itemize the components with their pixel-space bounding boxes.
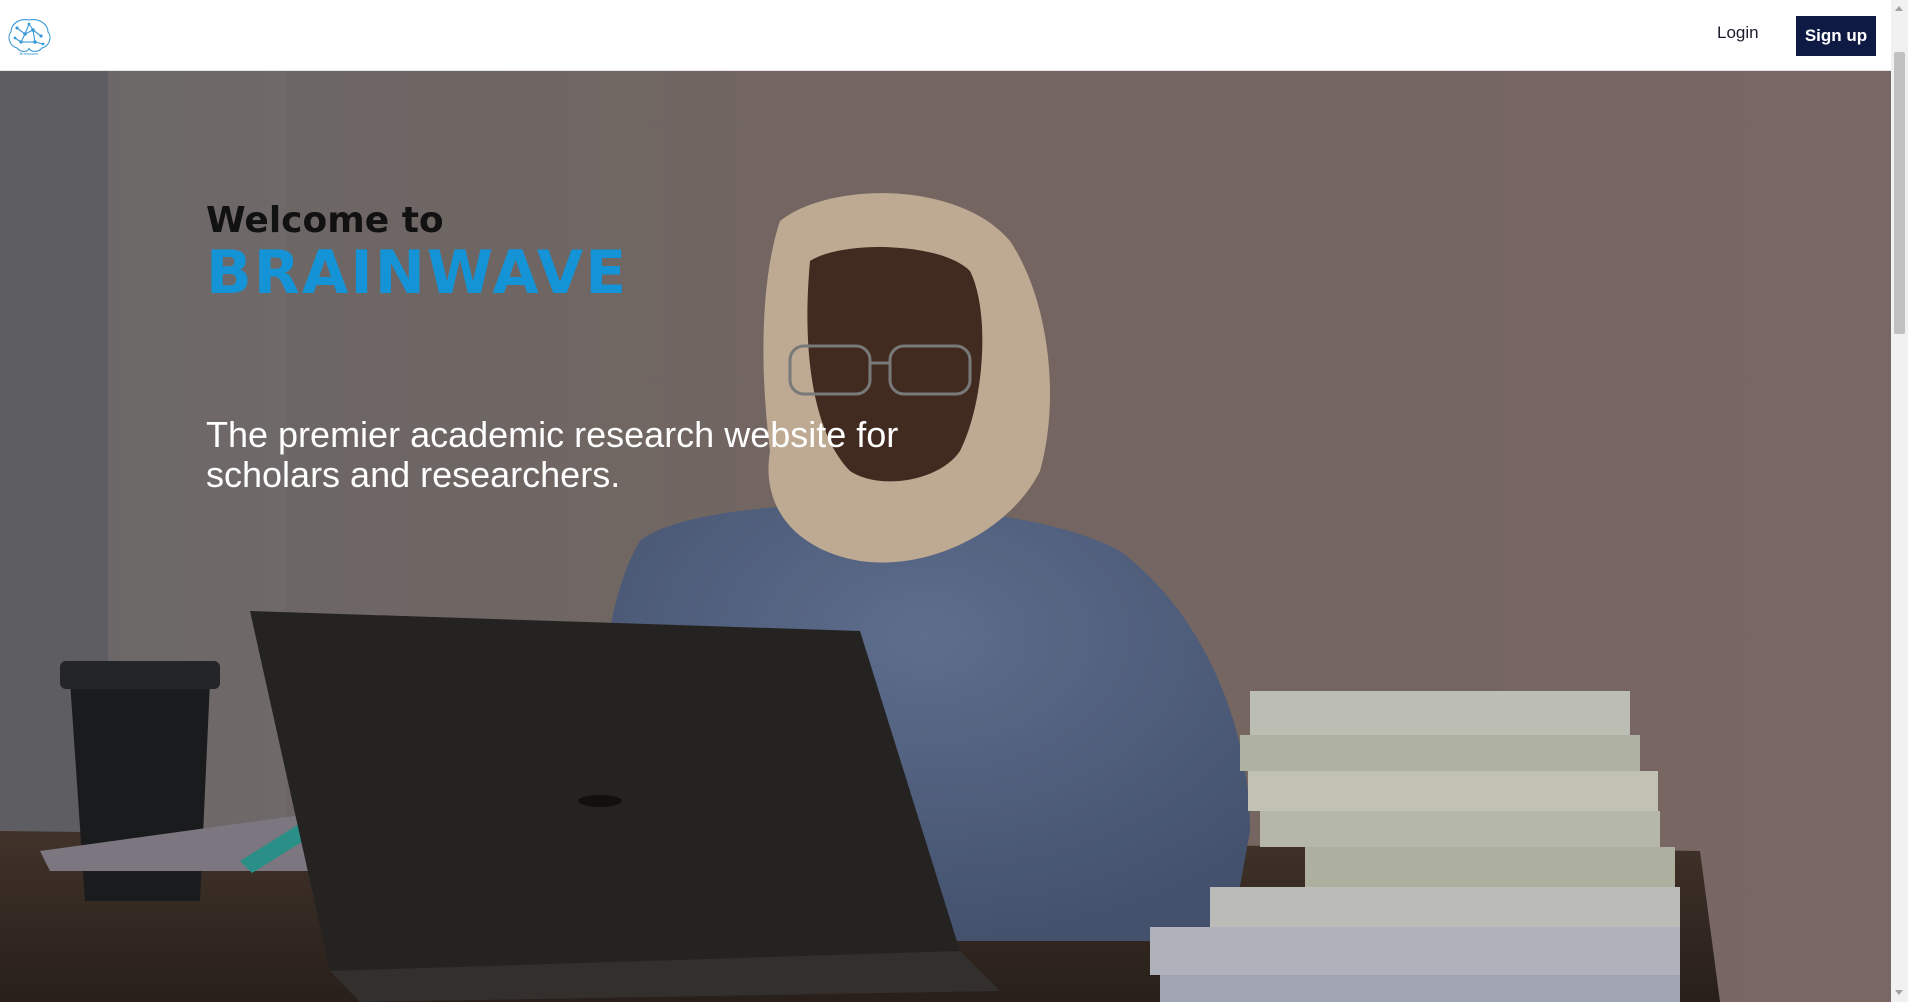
signup-button[interactable]: Sign up bbox=[1796, 16, 1876, 56]
brand-heading: BRAINWAVE bbox=[206, 238, 629, 308]
welcome-heading: Welcome to bbox=[206, 200, 444, 241]
hero-heading: Welcome to BRAINWAVE bbox=[206, 200, 966, 308]
brain-network-logo-icon[interactable]: Brainwave bbox=[5, 16, 54, 56]
login-link[interactable]: Login bbox=[1717, 20, 1759, 46]
scroll-up-arrow-icon[interactable] bbox=[1895, 6, 1903, 11]
page: Brainwave Login Sign up Welcome to BRAIN… bbox=[0, 0, 1908, 1002]
hero-tagline: The premier academic research website fo… bbox=[206, 414, 899, 495]
logo-text: Brainwave bbox=[20, 51, 39, 56]
top-navbar: Brainwave Login Sign up bbox=[0, 0, 1891, 71]
scrollbar-thumb[interactable] bbox=[1894, 52, 1905, 334]
hero-section: Welcome to BRAINWAVE The premier academi… bbox=[0, 71, 1891, 1002]
scroll-down-arrow-icon[interactable] bbox=[1895, 990, 1903, 995]
vertical-scrollbar[interactable] bbox=[1891, 0, 1908, 1002]
